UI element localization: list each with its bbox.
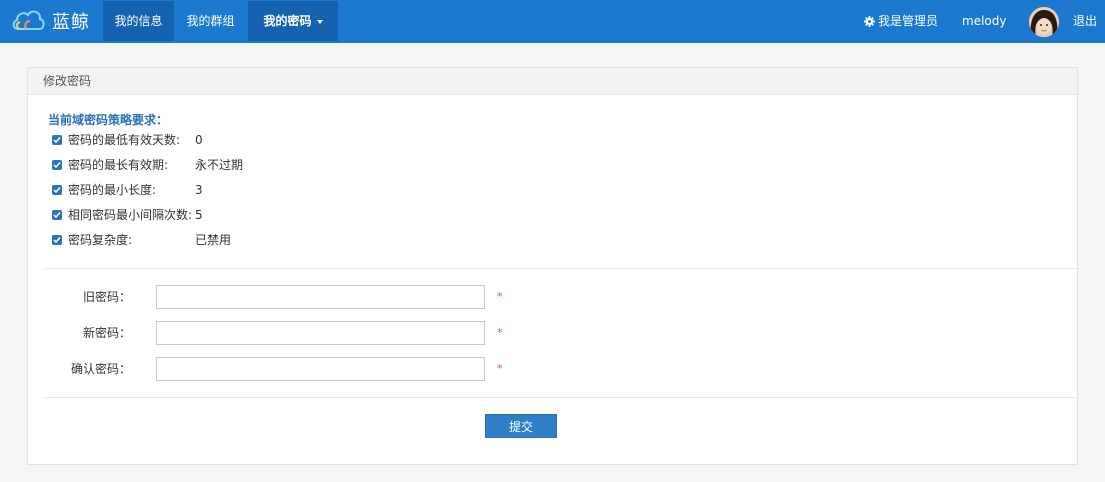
old-password-input[interactable] [156,285,485,309]
required-mark: * [497,290,503,303]
nav-my-info[interactable]: 我的信息 [103,1,174,41]
nav-my-info-label: 我的信息 [114,14,163,28]
policy-label: 密码的最低有效天数: [68,133,181,147]
required-mark: * [497,362,503,375]
brand-name: 蓝鲸 [52,12,90,33]
policy-label: 密码复杂度: [68,233,133,247]
brand[interactable]: 蓝鲸 [12,6,90,36]
new-password-input[interactable] [156,321,485,345]
policy-value: 5 [195,208,203,222]
admin-link[interactable]: 我是管理员 [864,0,938,43]
policy-label: 密码的最小长度: [68,183,157,197]
divider [44,268,1078,269]
logout-link[interactable]: 退出 [1073,0,1097,43]
policy-title: 当前域密码策略要求： [48,113,169,127]
panel-title: 修改密码 [28,68,1077,95]
admin-label: 我是管理员 [878,14,939,28]
confirm-password-label: 确认密码： [70,362,131,376]
policy-label: 相同密码最小间隔次数: [68,208,193,222]
policy-value: 0 [195,133,203,147]
checkbox-checked-icon [52,235,62,245]
nav-my-password-label: 我的密码 [263,14,312,28]
checkbox-checked-icon [52,185,62,195]
policy-value: 3 [195,183,203,197]
caret-down-icon [316,19,323,24]
new-password-label: 新密码： [82,326,131,340]
policy-value: 永不过期 [195,158,244,172]
change-password-panel: 修改密码 当前域密码策略要求： 密码的最低有效天数: 0 密码的最长有效期: 永… [27,67,1078,465]
nav-my-groups[interactable]: 我的群组 [175,1,246,41]
divider [44,397,1078,398]
avatar[interactable] [1029,7,1059,37]
cloud-logo-icon [12,7,46,36]
nav-my-groups-label: 我的群组 [186,14,235,28]
username[interactable]: melody [962,0,1006,43]
checkbox-checked-icon [52,160,62,170]
required-mark: * [497,326,503,339]
checkbox-checked-icon [52,135,62,145]
top-navbar: 蓝鲸 我的信息 我的群组 我的密码 我是管理员 melody 退出 [0,0,1105,43]
gear-icon [864,16,875,27]
old-password-label: 旧密码： [82,290,131,304]
policy-value: 已禁用 [195,233,232,247]
nav-my-password[interactable]: 我的密码 [248,1,338,41]
confirm-password-input[interactable] [156,357,485,381]
submit-button[interactable]: 提交 [485,414,557,438]
checkbox-checked-icon [52,210,62,220]
policy-label: 密码的最长有效期: [68,158,169,172]
